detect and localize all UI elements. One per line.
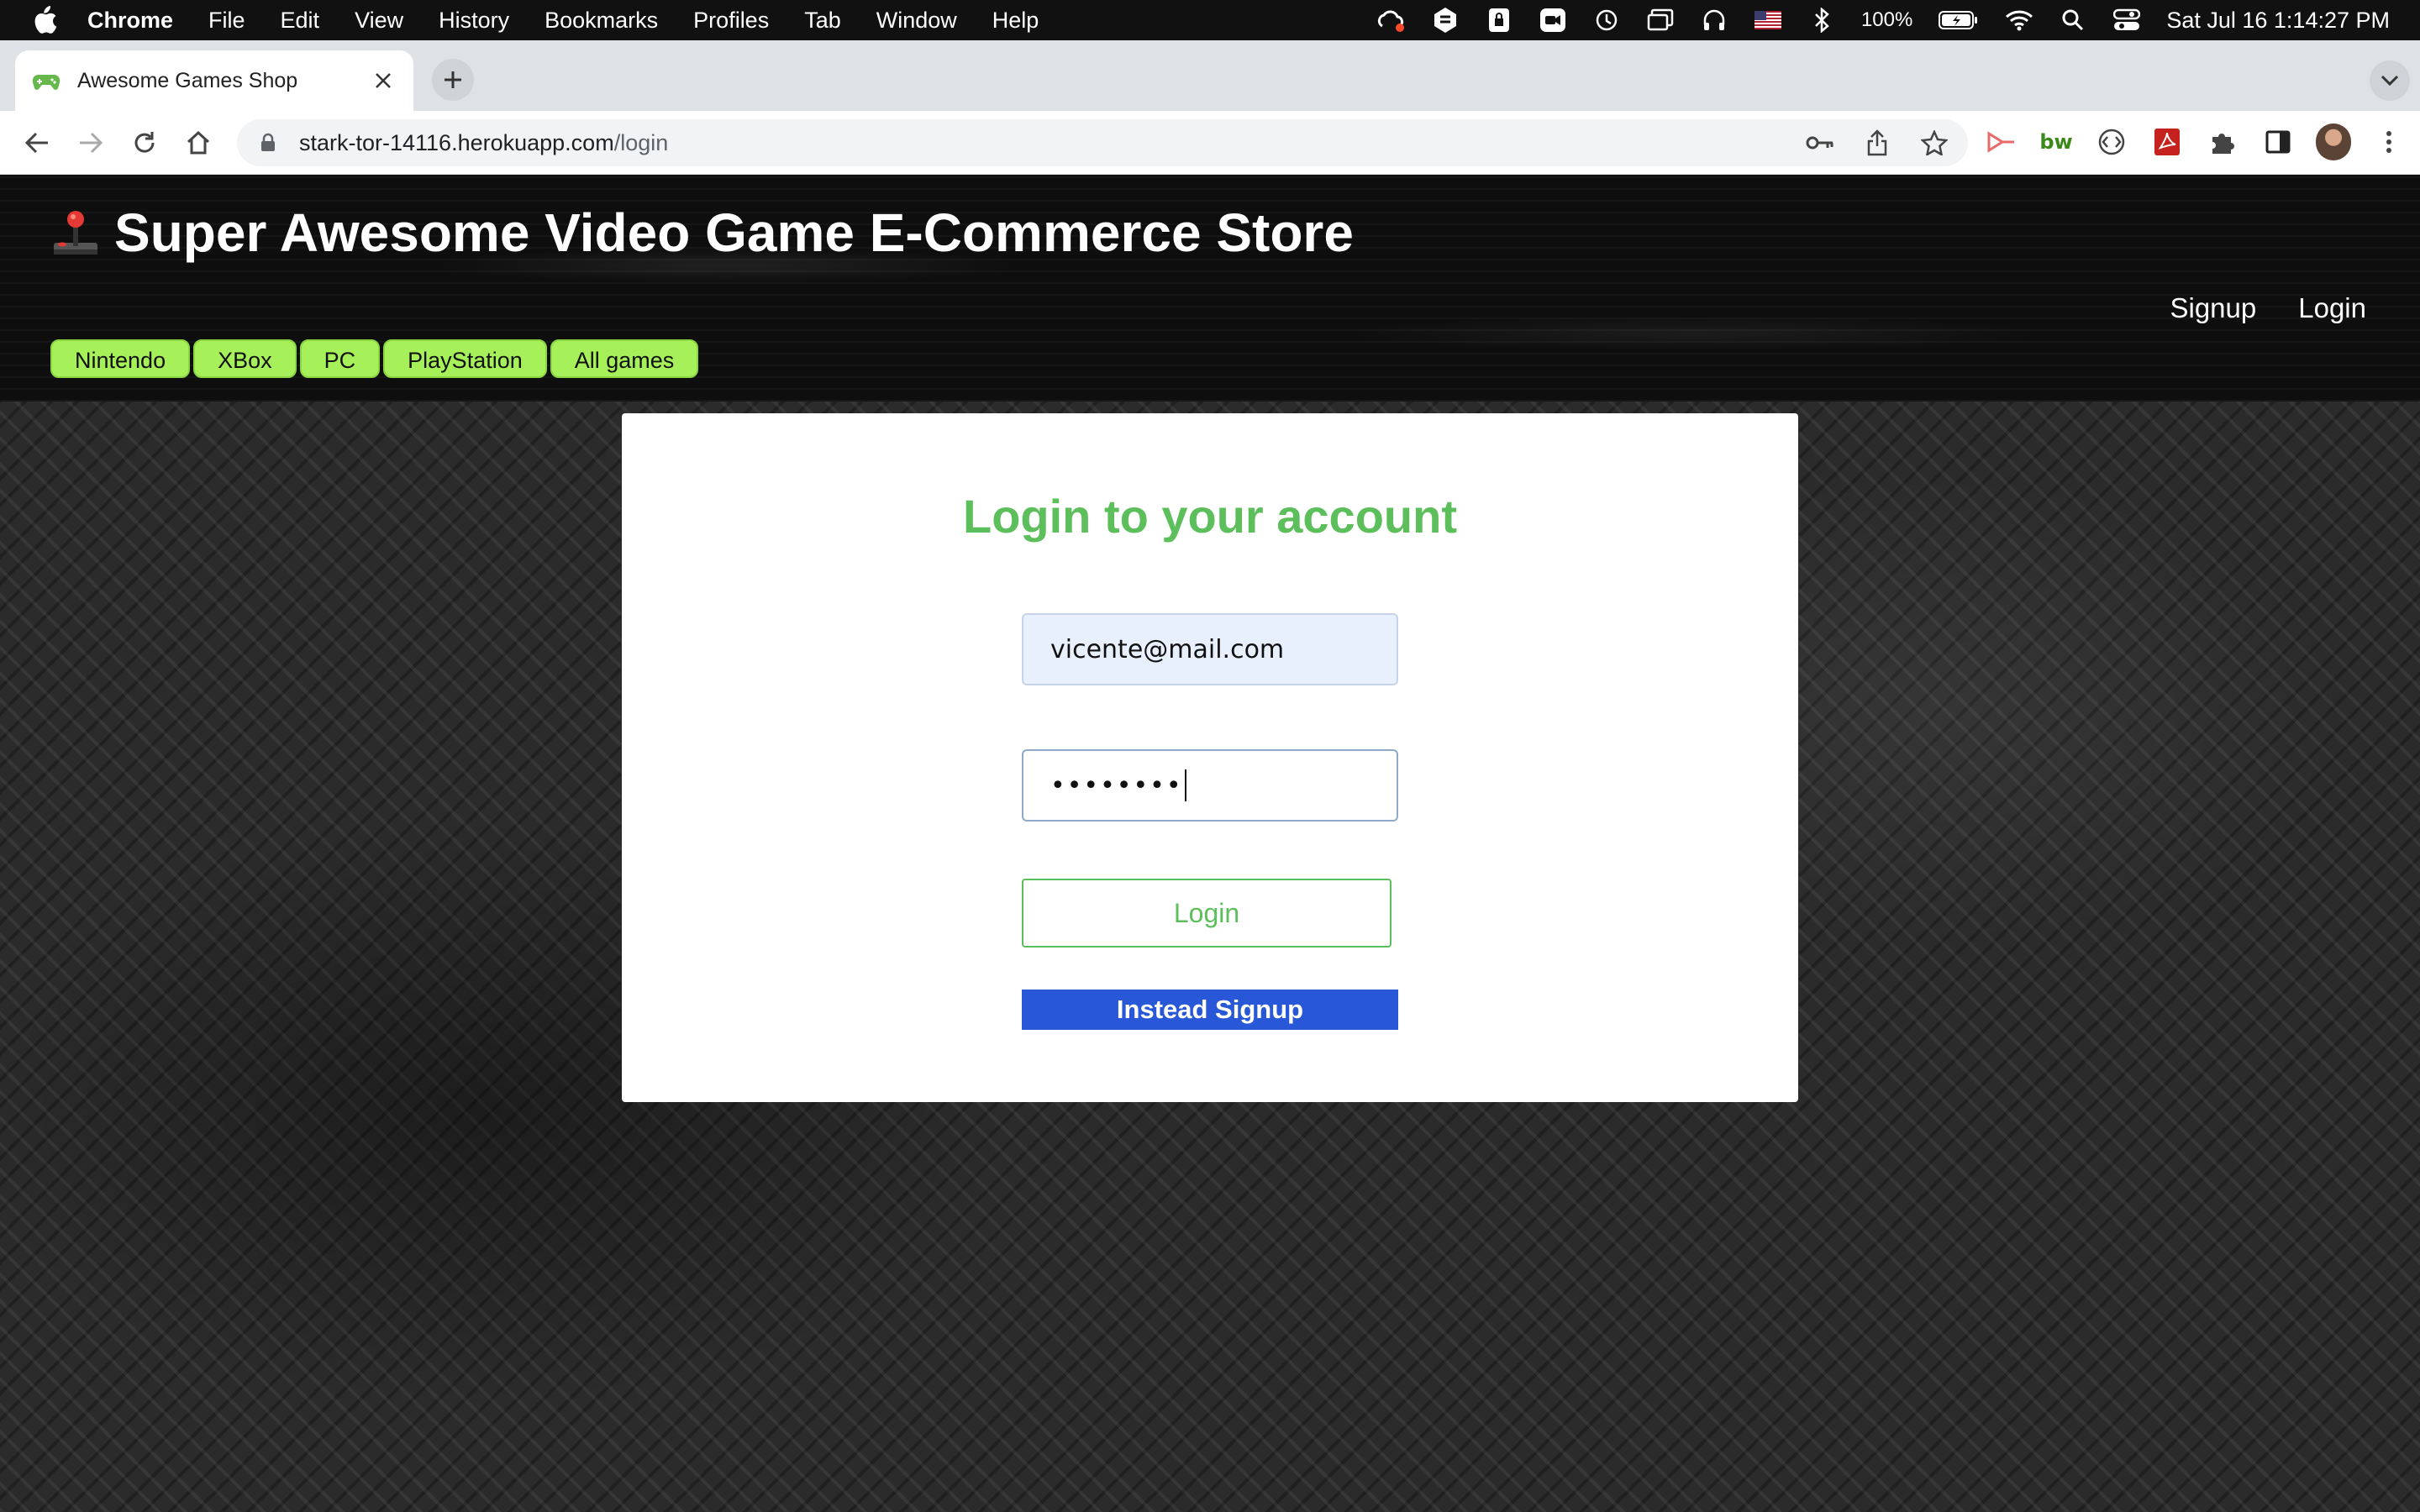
text-cursor	[1184, 769, 1186, 801]
platform-pc-button[interactable]: PC	[299, 339, 381, 378]
zoom-video-icon[interactable]	[1539, 6, 1567, 34]
creative-cloud-icon[interactable]	[1377, 6, 1406, 34]
login-button[interactable]: Login	[1022, 879, 1392, 948]
menu-history[interactable]: History	[439, 8, 509, 34]
password-lock-icon[interactable]	[1485, 6, 1513, 34]
lock-icon[interactable]	[255, 130, 281, 155]
gamepad-favicon-icon	[32, 66, 60, 95]
browser-tab-strip: Awesome Games Shop	[0, 40, 2420, 111]
plus-icon	[445, 71, 461, 88]
spotlight-search-icon[interactable]	[2059, 6, 2087, 34]
platform-xbox-button[interactable]: XBox	[193, 339, 297, 378]
more-menu-icon[interactable]	[2371, 124, 2407, 160]
home-icon[interactable]	[182, 126, 215, 160]
address-bar[interactable]: stark-tor-14116.herokuapp.com/login	[237, 119, 1968, 166]
ext-bw-icon[interactable]: bw	[2039, 124, 2074, 160]
forward-arrow-icon[interactable]	[74, 126, 108, 160]
url-path: /login	[613, 129, 669, 155]
platform-playstation-button[interactable]: PlayStation	[383, 339, 547, 378]
menubar-clock[interactable]: Sat Jul 16 1:14:27 PM	[2166, 8, 2390, 34]
site-header: Super Awesome Video Game E-Commerce Stor…	[0, 175, 2420, 402]
tab-search-button[interactable]	[2370, 60, 2410, 101]
side-panel-icon[interactable]	[2260, 124, 2296, 160]
back-arrow-icon[interactable]	[20, 126, 54, 160]
instead-signup-button[interactable]: Instead Signup	[1022, 990, 1398, 1030]
reload-icon[interactable]	[128, 126, 161, 160]
platform-nav: Nintendo XBox PC PlayStation All games	[50, 339, 699, 378]
ext-red-arrow-icon[interactable]	[1983, 124, 2018, 160]
close-tab-icon[interactable]	[370, 67, 397, 94]
browser-toolbar: stark-tor-14116.herokuapp.com/login bw	[0, 111, 2420, 175]
menu-tab[interactable]: Tab	[804, 8, 841, 34]
dropbox-like-icon[interactable]	[1431, 6, 1460, 34]
menu-file[interactable]: File	[208, 8, 245, 34]
new-tab-button[interactable]	[432, 59, 474, 101]
battery-percent: 100%	[1860, 8, 1913, 31]
extensions-puzzle-icon[interactable]	[2205, 124, 2240, 160]
headphones-icon[interactable]	[1700, 6, 1728, 34]
menu-profiles[interactable]: Profiles	[693, 8, 769, 34]
email-field[interactable]: vicente@mail.com	[1022, 613, 1398, 685]
chevron-down-icon	[2381, 75, 2399, 87]
key-icon[interactable]	[1803, 126, 1837, 160]
platform-all-games-button[interactable]: All games	[550, 339, 699, 378]
time-machine-icon[interactable]	[1592, 6, 1621, 34]
menu-help[interactable]: Help	[992, 8, 1039, 34]
menu-window[interactable]: Window	[876, 8, 957, 34]
url-text[interactable]: stark-tor-14116.herokuapp.com/login	[299, 130, 668, 156]
control-center-icon[interactable]	[2112, 6, 2141, 34]
avatar	[2316, 123, 2351, 160]
login-heading: Login to your account	[963, 490, 1457, 543]
site-title[interactable]: Super Awesome Video Game E-Commerce Stor…	[50, 202, 1354, 264]
profile-avatar[interactable]	[2316, 123, 2351, 160]
joystick-icon	[50, 206, 101, 260]
login-card: Login to your account vicente@mail.com •…	[622, 413, 1798, 1102]
us-flag-icon[interactable]	[1754, 6, 1782, 34]
browser-tab[interactable]: Awesome Games Shop	[15, 50, 413, 111]
screens-icon[interactable]	[1646, 6, 1675, 34]
menu-app-name[interactable]: Chrome	[87, 8, 173, 34]
password-value: ••••••••	[1050, 770, 1183, 801]
share-icon[interactable]	[1860, 126, 1894, 160]
ext-pdf-icon[interactable]	[2149, 124, 2185, 160]
bluetooth-icon[interactable]	[1807, 6, 1836, 34]
page-content: Super Awesome Video Game E-Commerce Stor…	[0, 175, 2420, 1512]
ext-bw-label: bw	[2039, 130, 2073, 154]
auth-nav: Signup Login	[2170, 292, 2366, 324]
header-login-link[interactable]: Login	[2298, 292, 2366, 324]
wifi-icon[interactable]	[2005, 6, 2033, 34]
menu-view[interactable]: View	[355, 8, 403, 34]
url-host: stark-tor-14116.herokuapp.com	[299, 129, 614, 155]
email-value: vicente@mail.com	[1050, 634, 1285, 664]
platform-nintendo-button[interactable]: Nintendo	[50, 339, 191, 378]
menu-edit[interactable]: Edit	[281, 8, 320, 34]
tab-title: Awesome Games Shop	[77, 68, 298, 92]
menu-bookmarks[interactable]: Bookmarks	[544, 8, 658, 34]
bookmark-star-icon[interactable]	[1918, 126, 1951, 160]
password-field[interactable]: ••••••••	[1022, 749, 1398, 822]
site-title-text: Super Awesome Video Game E-Commerce Stor…	[114, 202, 1354, 263]
header-signup-link[interactable]: Signup	[2170, 292, 2256, 324]
apple-icon[interactable]	[30, 6, 59, 34]
ext-code-circle-icon[interactable]	[2094, 124, 2129, 160]
battery-icon[interactable]	[1938, 6, 1980, 34]
macos-menubar: Chrome File Edit View History Bookmarks …	[0, 0, 2420, 40]
